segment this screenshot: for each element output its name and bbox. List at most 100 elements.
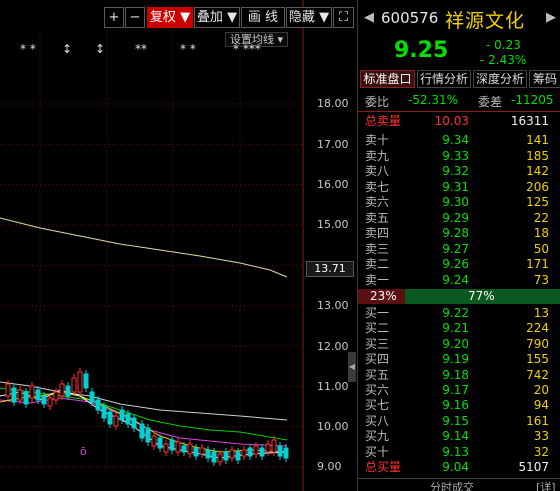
sell-level-row[interactable]: 卖一 9.24 73 [358, 272, 560, 288]
candle-body [95, 399, 101, 411]
candle-body [163, 443, 169, 453]
event-mark[interactable]: * *** [233, 42, 261, 56]
sell-level-row[interactable]: 卖六 9.30 125 [358, 194, 560, 210]
dropdown-arrow-icon: ▼ [175, 10, 191, 25]
trade-ticks-title[interactable]: 分时成交 [430, 479, 474, 491]
candle-body [277, 445, 283, 457]
buy-level-row[interactable]: 买六 9.17 20 [358, 382, 560, 398]
candle-body [23, 391, 29, 405]
total-buy-label: 总买量 [365, 460, 402, 474]
sell-level-row-label: 卖十 [365, 133, 390, 147]
zoom-in-button[interactable]: + [104, 7, 124, 28]
draw-line-button[interactable]: 画 线 [241, 7, 285, 28]
sell-level-row-price: 9.24 [442, 272, 469, 287]
long-ma-line [0, 217, 288, 278]
buy-level-row[interactable]: 买一 9.22 13 [358, 305, 560, 321]
prev-stock-icon[interactable]: ◀ [364, 10, 374, 25]
buy-level-row[interactable]: 买九 9.14 33 [358, 428, 560, 444]
tab-depth-analysis[interactable]: 深度分析 [473, 70, 527, 88]
candle-body [131, 417, 137, 429]
dividend-mark[interactable]: ō [80, 445, 87, 458]
buy-level-row-label: 买六 [365, 383, 390, 397]
tab-market-analysis[interactable]: 行情分析 [417, 70, 471, 88]
candle-body [241, 449, 247, 457]
candle-body [89, 391, 95, 403]
sell-level-row[interactable]: 卖五 9.29 22 [358, 210, 560, 226]
buy-level-row[interactable]: 买四 9.19 155 [358, 351, 560, 367]
candle-body [265, 443, 271, 453]
sell-level-row-volume: 171 [526, 257, 549, 271]
current-price-tag: 13.71 [306, 261, 354, 277]
kline-chart[interactable]: + − 复权 ▼ 叠加 ▼ 画 线 隐藏 ▼ ⛶ 设置均线 ▾ * * ↕ ↕ … [0, 0, 356, 491]
event-mark[interactable]: ** [135, 42, 147, 56]
candle-body [35, 389, 41, 401]
buy-level-row[interactable]: 买七 9.16 94 [358, 397, 560, 413]
sell-level-row-volume: 141 [526, 133, 549, 147]
event-mark[interactable]: ↕ [62, 42, 72, 56]
quote-panel: ◀ 600576 祥源文化 ▶ 9.25 - 0.23 - 2.43% 标准盘口… [357, 0, 560, 491]
sell-level-row[interactable]: 卖四 9.28 18 [358, 225, 560, 241]
candle-body [223, 451, 229, 461]
hide-button[interactable]: 隐藏 ▼ [286, 7, 332, 28]
detail-link[interactable]: [详] [536, 479, 556, 491]
buy-level-row-volume: 742 [526, 367, 549, 382]
candle-body [169, 439, 175, 451]
sell-level-row[interactable]: 卖三 9.27 50 [358, 241, 560, 257]
total-buy-price: 9.04 [442, 460, 469, 474]
total-sell-volume: 16311 [510, 114, 549, 128]
buy-level-row-price: 9.14 [442, 429, 469, 444]
dropdown-arrow-icon: ▾ [274, 33, 284, 46]
tab-chips[interactable]: 筹码 [529, 70, 560, 88]
buy-level-row-price: 9.19 [442, 352, 469, 367]
sell-level-row-price: 9.30 [442, 195, 469, 209]
strength-bar: 23% 77% [358, 289, 560, 304]
buy-level-row[interactable]: 买十 9.13 32 [358, 444, 560, 460]
buy-level-row[interactable]: 买五 9.18 742 [358, 367, 560, 383]
buy-level-row[interactable]: 买三 9.20 790 [358, 336, 560, 352]
buy-level-row-label: 买八 [365, 413, 390, 428]
candle-body [205, 449, 211, 459]
sell-level-row[interactable]: 卖八 9.32 142 [358, 163, 560, 179]
zoom-out-button[interactable]: − [125, 7, 145, 28]
candle-body [59, 383, 65, 397]
collapse-panel-handle[interactable]: ◀ [348, 352, 356, 382]
tab-standard-book[interactable]: 标准盘口 [360, 70, 415, 88]
order-ratio-value: -52.31% [408, 93, 459, 107]
last-price: 9.25 [394, 38, 449, 63]
restore-rights-button[interactable]: 复权 ▼ [147, 7, 193, 28]
candle-body [187, 443, 193, 455]
hide-label: 隐藏 [288, 10, 315, 25]
candle-body [125, 413, 131, 425]
buy-level-row-label: 买十 [365, 444, 390, 459]
buy-level-row-volume: 32 [533, 444, 549, 459]
event-mark[interactable]: * * [20, 42, 36, 56]
buy-level-row-price: 9.17 [442, 383, 469, 397]
buy-level-row[interactable]: 买八 9.15 161 [358, 413, 560, 429]
candle-body [71, 377, 77, 393]
buy-level-row-label: 买九 [365, 429, 390, 444]
sell-level-row[interactable]: 卖九 9.33 185 [358, 148, 560, 164]
sell-level-row[interactable]: 卖七 9.31 206 [358, 179, 560, 195]
fullscreen-icon[interactable]: ⛶ [333, 7, 354, 28]
sell-level-row-volume: 206 [526, 179, 549, 194]
strength-left-pct: 23% [370, 289, 397, 303]
next-stock-icon[interactable]: ▶ [546, 10, 556, 25]
buy-level-row-volume: 20 [533, 383, 549, 397]
candle-body [157, 437, 163, 449]
candle-body [229, 449, 235, 459]
overlay-button[interactable]: 叠加 ▼ [194, 7, 240, 28]
sell-level-row-volume: 142 [526, 164, 549, 178]
buy-level-row-volume: 155 [526, 352, 549, 367]
sell-level-row-label: 卖二 [365, 257, 390, 271]
buy-level-row-label: 买七 [365, 398, 390, 413]
candle-body [235, 451, 241, 461]
event-mark[interactable]: * * [180, 42, 196, 56]
kline-canvas[interactable] [0, 0, 356, 491]
sell-level-row[interactable]: 卖十 9.34 141 [358, 132, 560, 148]
y-axis-label: 11.00 [317, 380, 349, 393]
event-mark[interactable]: ↕ [95, 42, 105, 56]
sell-level-row[interactable]: 卖二 9.26 171 [358, 256, 560, 272]
buy-level-row[interactable]: 买二 9.21 224 [358, 320, 560, 336]
buy-level-row-volume: 161 [526, 413, 549, 428]
buy-level-row-price: 9.18 [442, 367, 469, 382]
